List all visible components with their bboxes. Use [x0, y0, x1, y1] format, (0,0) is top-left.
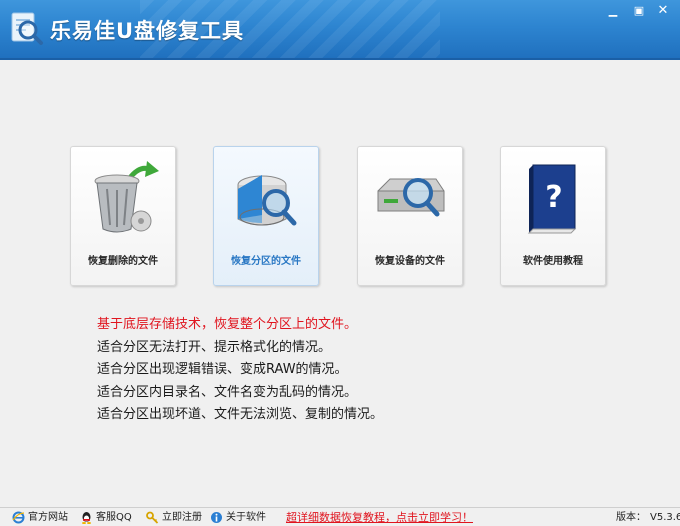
description-line: 适合分区出现逻辑错误、变成RAW的情况。	[97, 362, 348, 377]
feature-description: 基于底层存储技术，恢复整个分区上的文件。 适合分区无法打开、提示格式化的情况。 …	[97, 314, 383, 427]
title-bar: 乐易佳U盘修复工具 ▁ ▣ ✕	[0, 0, 680, 60]
ie-icon	[12, 511, 25, 524]
key-icon	[146, 511, 159, 524]
recover-device-files-button[interactable]: 恢复设备的文件	[357, 146, 463, 286]
description-line: 适合分区出现坏道、文件无法浏览、复制的情况。	[97, 407, 384, 422]
software-tutorial-button[interactable]: ? 软件使用教程	[500, 146, 606, 286]
recover-deleted-files-button[interactable]: 恢复删除的文件	[70, 146, 176, 286]
card-label: 软件使用教程	[523, 256, 583, 267]
version-label: 版本：	[616, 512, 646, 523]
info-icon	[211, 512, 222, 523]
qq-penguin-icon	[82, 512, 91, 524]
description-line: 适合分区内目录名、文件名变为乱码的情况。	[97, 384, 358, 400]
help-book-icon: ?	[527, 164, 577, 234]
card-label: 恢复设备的文件	[375, 256, 445, 267]
version-info: 版本： V5.3.6	[616, 511, 680, 525]
about-software-link[interactable]: 关于软件	[210, 511, 270, 525]
card-label: 恢复分区的文件	[231, 256, 301, 267]
device-search-icon	[377, 178, 445, 217]
partition-search-icon	[237, 175, 297, 226]
customer-service-qq-link[interactable]: 客服QQ	[80, 511, 136, 525]
tutorial-promo-link[interactable]: 超详细数据恢复教程，点击立即学习！	[286, 511, 473, 525]
maximize-button[interactable]: ▣	[630, 4, 648, 18]
recycle-bin-icon	[94, 161, 159, 233]
close-button[interactable]: ✕	[654, 4, 672, 18]
card-label: 恢复删除的文件	[88, 256, 158, 267]
app-title: 乐易佳U盘修复工具	[50, 19, 245, 43]
description-line: 适合分区无法打开、提示格式化的情况。	[97, 339, 332, 355]
version-number: V5.3.6	[650, 512, 680, 523]
status-bar: 官方网站 客服QQ 立即注册 关于软件 超详细数据恢复教程，点击立即学习！ 版本…	[0, 507, 680, 526]
svg-text:?: ?	[545, 180, 562, 215]
minimize-button[interactable]: ▁	[604, 4, 622, 18]
register-now-link[interactable]: 立即注册	[146, 511, 206, 525]
app-logo-icon	[11, 12, 43, 45]
recover-partition-files-button[interactable]: 恢复分区的文件	[213, 146, 319, 286]
description-highlight: 基于底层存储技术，恢复整个分区上的文件。	[97, 317, 358, 332]
official-website-link[interactable]: 官方网站	[12, 511, 72, 525]
